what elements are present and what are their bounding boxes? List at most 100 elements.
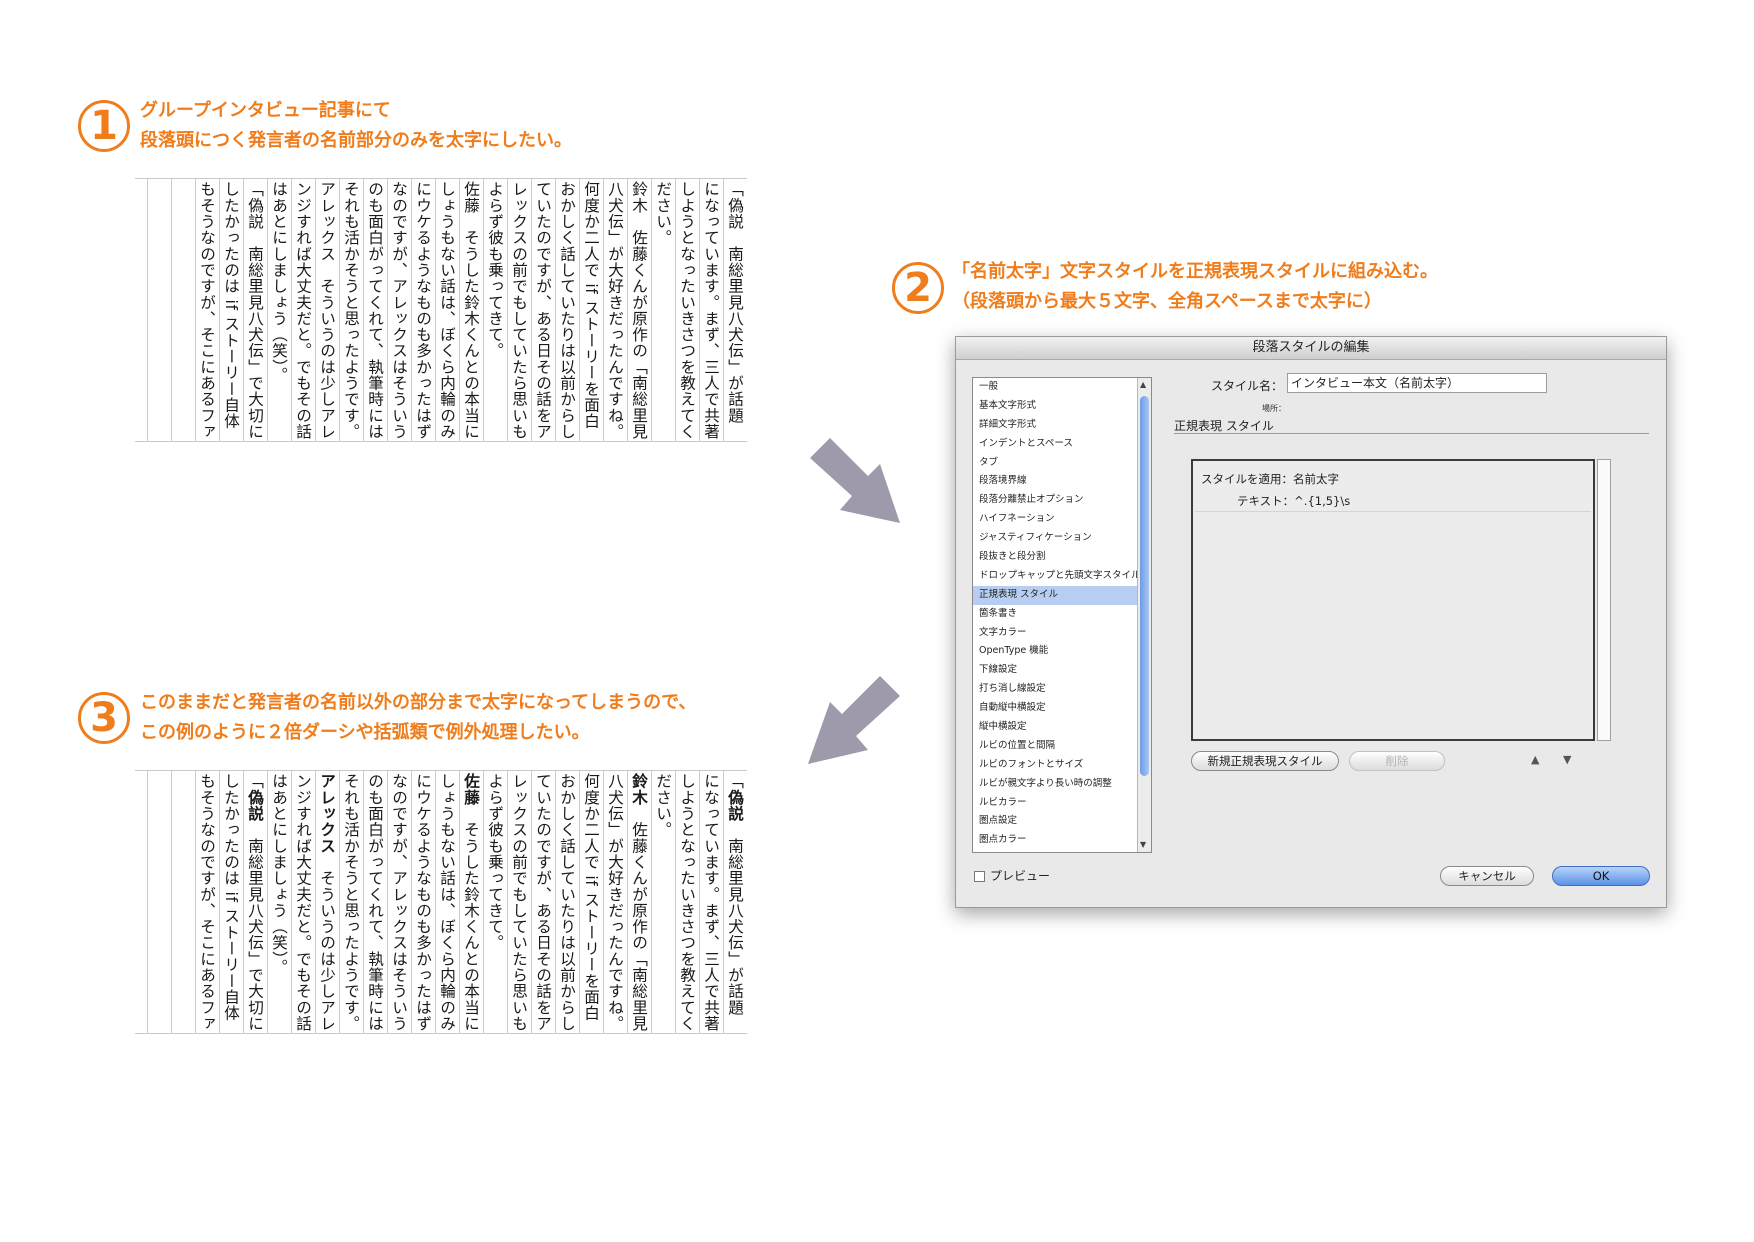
rule-apply-style[interactable]: スタイルを適用：名前太字	[1201, 471, 1339, 487]
text-column: それも活かそうと思ったようです。	[342, 181, 360, 440]
text-column: おかしく話していたりは以前からし	[558, 181, 576, 440]
category-item[interactable]: ルビの位置と間隔	[973, 737, 1151, 756]
text-column: 佐藤 そうした鈴木くんとの本当に	[462, 773, 480, 1032]
rule-separator	[1195, 511, 1591, 512]
speaker-name-bold: アレックス	[318, 773, 336, 854]
text-column: しょうもない話は、ぼくら内輪のみ	[438, 773, 456, 1032]
text-column: なのですが、アレックスはそういう	[390, 181, 408, 440]
text-column: ていたのですが、ある日その話をア	[534, 773, 552, 1032]
text-column: ださい。	[654, 181, 672, 246]
category-item[interactable]: 詳細文字形式	[973, 416, 1151, 435]
step-1-line-2: 段落頭につく発言者の名前部分のみを太字にしたい。	[140, 130, 572, 151]
new-regex-style-button[interactable]: 新規正規表現スタイル	[1191, 751, 1339, 771]
arrow-down-left-icon	[808, 676, 900, 764]
rule-text-pattern[interactable]: テキスト：^.{1,5}\s	[1237, 493, 1350, 509]
text-column: アレックス そういうのは少しアレ	[318, 181, 336, 440]
text-column: はあとにしましょう（笑）。	[270, 773, 288, 976]
text-column: したかったのは if ストーリー自体	[222, 773, 240, 1022]
rules-scrollbar[interactable]	[1597, 459, 1611, 741]
category-item[interactable]: 一般	[973, 378, 1151, 397]
step-2-line-2: （段落頭から最大５文字、全角スペースまで太字に）	[952, 291, 1382, 312]
category-item[interactable]: 箇条書き	[973, 605, 1151, 624]
text-column: になっています。まず、三人で共著	[702, 181, 720, 440]
text-column: はあとにしましょう（笑）。	[270, 181, 288, 384]
text-column: もそうなのですが、そこにあるファ	[198, 773, 216, 1032]
category-scrollbar[interactable]: ▲ ▼	[1137, 378, 1151, 852]
speaker-name-bold: 偽説	[726, 789, 744, 822]
text-column: しようとなったいきさつを教えてく	[678, 773, 696, 1032]
category-list[interactable]: 一般 基本文字形式 詳細文字形式 インデントとスペース タブ 段落境界線 段落分離禁止オプシ…	[972, 377, 1152, 853]
category-item[interactable]: 文字カラー	[973, 624, 1151, 643]
text-column: ンジすれば大丈夫だと。でもその話	[294, 773, 312, 1032]
arrow-down-right-icon	[810, 438, 900, 523]
scroll-thumb[interactable]	[1140, 396, 1149, 776]
category-item[interactable]: 基本文字形式	[973, 397, 1151, 416]
text-column: ださい。	[654, 773, 672, 838]
cancel-button[interactable]: キャンセル	[1440, 866, 1534, 886]
section-divider	[1174, 433, 1649, 434]
category-item[interactable]: 自動縦中横設定	[973, 699, 1151, 718]
category-item[interactable]: ハイフネーション	[973, 510, 1151, 529]
step-3-line-2: この例のように２倍ダーシや括弧類で例外処理したい。	[140, 722, 590, 743]
style-name-input[interactable]: インタビュー本文（名前太字）	[1287, 373, 1547, 393]
text-column: 佐藤 そうした鈴木くんとの本当に	[462, 181, 480, 440]
category-item[interactable]: 正規表現 スタイル	[973, 585, 1151, 605]
step-2-line-1: 「名前太字」文字スタイルを正規表現スタイルに組み込む。	[952, 261, 1438, 282]
step-3-number: 3	[78, 692, 130, 744]
ok-button[interactable]: OK	[1552, 866, 1650, 886]
preview-checkbox[interactable]	[974, 871, 985, 882]
text-column: 八犬伝」が大好きだったんですね。	[606, 181, 624, 440]
text-column: にウケるようなものも多かったはず	[414, 181, 432, 440]
text-column: 「偽説 南総里見八犬伝」で大切に	[246, 773, 264, 1032]
text-column: 八犬伝」が大好きだったんですね。	[606, 773, 624, 1032]
text-column: ンジすれば大丈夫だと。でもその話	[294, 181, 312, 440]
text-column: 鈴木 佐藤くんが原作の「南総里見	[630, 181, 648, 440]
text-column: ていたのですが、ある日その話をア	[534, 181, 552, 440]
category-item[interactable]: ルビのフォントとサイズ	[973, 756, 1151, 775]
category-item[interactable]: 圏点カラー	[973, 831, 1151, 850]
text-column: のも面白がってくれて、執筆時には	[366, 181, 384, 440]
speaker-name-bold: 偽説	[246, 789, 264, 822]
text-column: レックスの前でもしていたら思いも	[510, 773, 528, 1032]
delete-button[interactable]: 削除	[1349, 751, 1445, 771]
category-item[interactable]: 圏点設定	[973, 812, 1151, 831]
category-item[interactable]: 段落境界線	[973, 472, 1151, 491]
scroll-up-icon[interactable]: ▲	[1140, 380, 1146, 390]
category-item[interactable]: ジャスティフィケーション	[973, 529, 1151, 548]
text-column: 「偽説 南総里見八犬伝」が話題	[726, 181, 744, 424]
style-name-label: スタイル名：	[1211, 379, 1284, 393]
step-1-line-1: グループインタビュー記事にて	[140, 100, 391, 121]
text-column: よらず彼も乗ってきて。	[486, 181, 504, 359]
regex-rules-list[interactable]: スタイルを適用：名前太字 テキスト：^.{1,5}\s	[1191, 459, 1595, 741]
text-column: おかしく話していたりは以前からし	[558, 773, 576, 1032]
category-item[interactable]: ルビが親文字より長い時の調整	[973, 775, 1151, 794]
category-item[interactable]: 打ち消し線設定	[973, 680, 1151, 699]
text-column: よらず彼も乗ってきて。	[486, 773, 504, 951]
category-item[interactable]: ルビカラー	[973, 794, 1151, 813]
vertical-text-after: 「偽説 南総里見八犬伝」が話題 になっています。まず、三人で共著 しようとなったいき…	[135, 770, 747, 1034]
move-down-icon[interactable]: ▼	[1563, 753, 1571, 766]
category-item[interactable]: 縦中横設定	[973, 718, 1151, 737]
category-item[interactable]: 段抜きと段分割	[973, 548, 1151, 567]
dialog-title: 段落スタイルの編集	[956, 337, 1666, 360]
step-3-caption: このままだと発言者の名前以外の部分まで太字になってしまうので、 この例のように２…	[140, 688, 696, 748]
category-item[interactable]: インデントとスペース	[973, 435, 1151, 454]
vertical-text-before: 「偽説 南総里見八犬伝」が話題 になっています。まず、三人で共著 しようとなったいき…	[135, 178, 747, 442]
text-column: アレックス そういうのは少しアレ	[318, 773, 336, 1032]
category-item[interactable]: OpenType 機能	[973, 642, 1151, 661]
category-items: 一般 基本文字形式 詳細文字形式 インデントとスペース タブ 段落境界線 段落分離禁止オプシ…	[973, 378, 1151, 852]
text-column: 鈴木 佐藤くんが原作の「南総里見	[630, 773, 648, 1032]
scroll-down-icon[interactable]: ▼	[1140, 840, 1146, 850]
category-item[interactable]: 斜体	[973, 850, 1151, 852]
category-item[interactable]: 段落分離禁止オプション	[973, 491, 1151, 510]
step-1-number: 1	[78, 100, 130, 152]
category-item[interactable]: 下線設定	[973, 661, 1151, 680]
category-item[interactable]: ドロップキャップと先頭文字スタイル	[973, 567, 1151, 586]
text-column: のも面白がってくれて、執筆時には	[366, 773, 384, 1032]
category-item[interactable]: タブ	[973, 454, 1151, 473]
text-column: 何度か二人で if ストーリーを面白	[582, 181, 600, 430]
move-up-icon[interactable]: ▲	[1531, 753, 1539, 766]
text-column: もそうなのですが、そこにあるファ	[198, 181, 216, 440]
step-1-caption: グループインタビュー記事にて 段落頭につく発言者の名前部分のみを太字にしたい。	[140, 96, 572, 156]
text-column: 「偽説 南総里見八犬伝」が話題	[726, 773, 744, 1016]
